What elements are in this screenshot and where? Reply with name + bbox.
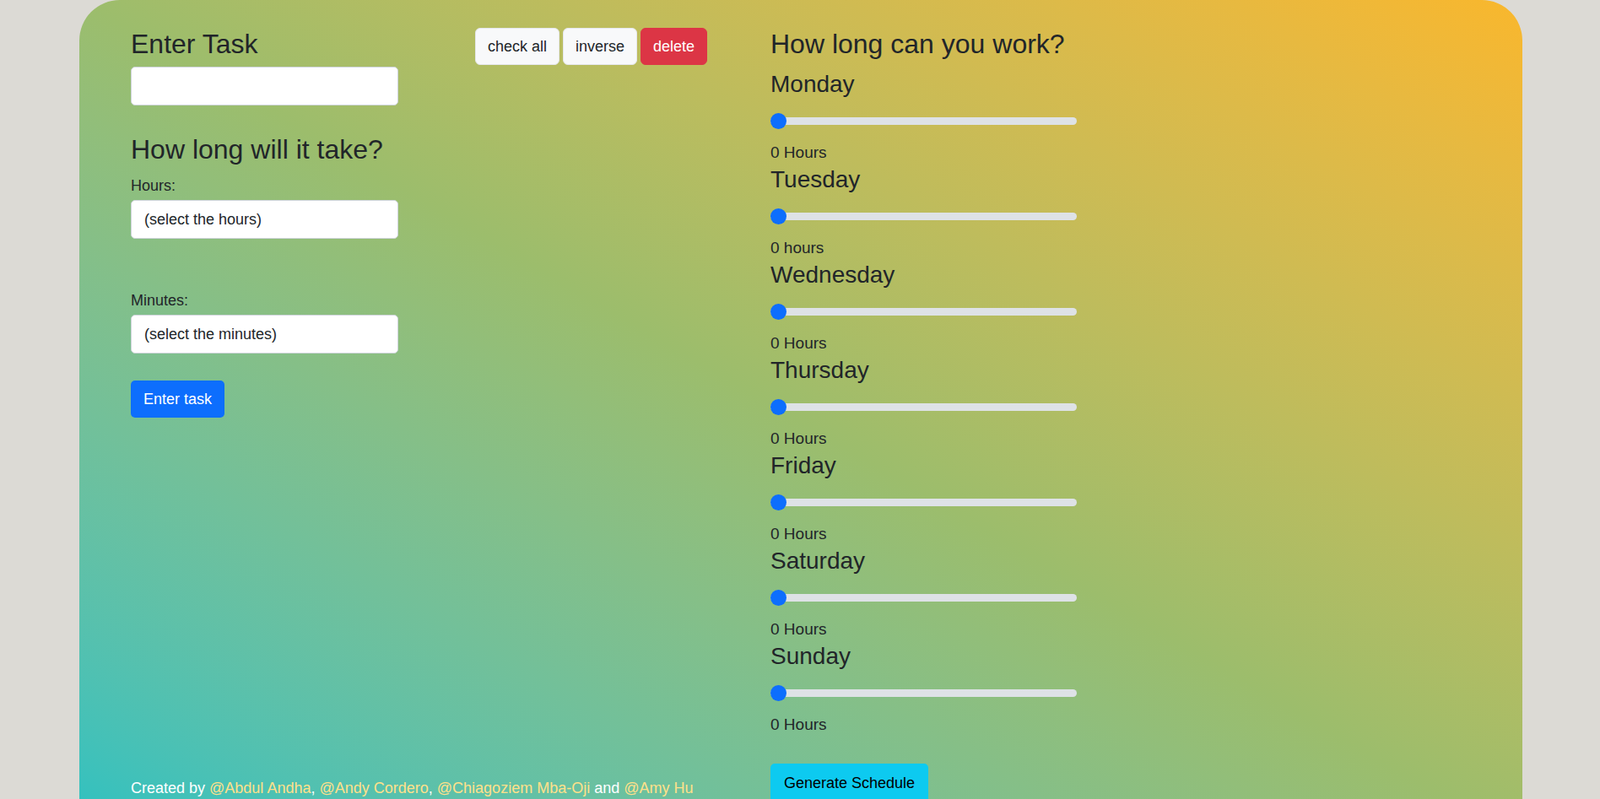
day-label: Wednesday xyxy=(770,260,1277,290)
task-input[interactable] xyxy=(130,66,399,106)
day-availability: Monday 0 Hours xyxy=(770,70,1277,163)
hours-reading: 0 Hours xyxy=(770,428,1277,449)
slider-track xyxy=(770,403,1077,411)
day-label: Tuesday xyxy=(770,165,1277,195)
day-label: Thursday xyxy=(770,356,1277,385)
slider-thumb[interactable] xyxy=(770,494,787,511)
enter-task-button[interactable]: Enter task xyxy=(130,380,225,418)
day-label: Friday xyxy=(770,451,1277,481)
hours-reading: 0 Hours xyxy=(770,619,1277,640)
hours-reading: 0 Hours xyxy=(770,714,1277,736)
hours-slider[interactable] xyxy=(770,194,1077,238)
toolbar-button[interactable]: check all xyxy=(475,27,560,65)
author-link[interactable]: @Chiagoziem Mba-Oji xyxy=(437,779,590,797)
slider-thumb[interactable] xyxy=(770,208,787,225)
hours-label: Hours: xyxy=(130,175,708,196)
day-availability: Thursday 0 Hours xyxy=(770,356,1277,449)
author-link[interactable]: @Andy Cordero xyxy=(318,779,428,797)
task-title: Enter Task xyxy=(130,25,399,63)
availability-title: How long can you work? xyxy=(770,25,1277,63)
hours-slider[interactable] xyxy=(770,575,1077,620)
generate-schedule-button[interactable]: Generate Schedule xyxy=(770,763,929,799)
hours-reading: 0 Hours xyxy=(770,333,1277,354)
hours-reading: 0 Hours xyxy=(770,142,1277,163)
main-card: Enter Task check allinversedelete How long… xyxy=(79,0,1523,799)
credits: Created by @Abdul Andha, @Andy Cordero, … xyxy=(130,778,708,799)
day-availability: Friday 0 Hours xyxy=(770,451,1277,545)
hours-select[interactable]: (select the hours) xyxy=(130,200,399,239)
day-label: Saturday xyxy=(770,546,1277,576)
day-availability: Wednesday 0 Hours xyxy=(770,260,1277,354)
slider-track xyxy=(770,498,1077,507)
day-availability: Sunday 0 Hours xyxy=(770,642,1277,736)
slider-thumb[interactable] xyxy=(770,399,787,416)
day-availability: Tuesday 0 hours xyxy=(770,165,1277,259)
hours-slider[interactable] xyxy=(770,289,1077,334)
day-availability: Saturday 0 Hours xyxy=(770,546,1277,640)
delete-button[interactable]: delete xyxy=(640,27,708,65)
task-column: Enter Task check allinversedelete How long… xyxy=(130,25,708,799)
slider-track xyxy=(770,689,1077,698)
slider-thumb[interactable] xyxy=(770,685,787,702)
slider-track xyxy=(770,308,1077,316)
page: Enter Task check allinversedelete How long… xyxy=(0,0,1600,799)
toolbar-button[interactable]: inverse xyxy=(562,27,638,65)
minutes-select[interactable]: (select the minutes) xyxy=(130,314,399,354)
hours-slider[interactable] xyxy=(770,480,1077,525)
day-label: Sunday xyxy=(770,642,1277,671)
duration-title: How long will it take? xyxy=(130,130,708,168)
slider-thumb[interactable] xyxy=(770,303,787,320)
author-link[interactable]: @Abdul Andha xyxy=(209,779,311,797)
hours-slider[interactable] xyxy=(770,98,1077,143)
hours-reading: 0 hours xyxy=(770,237,1277,259)
author-link[interactable]: @Amy Hu xyxy=(623,779,693,797)
minutes-label: Minutes: xyxy=(130,290,708,311)
toolbar: check allinversedelete xyxy=(475,27,708,65)
availability-column: How long can you work?Monday0 HoursTuesd… xyxy=(770,25,1277,799)
hours-slider[interactable] xyxy=(770,670,1077,715)
slider-thumb[interactable] xyxy=(770,113,787,130)
slider-track xyxy=(770,117,1077,125)
day-label: Monday xyxy=(770,70,1277,99)
slider-thumb[interactable] xyxy=(770,589,787,606)
slider-track xyxy=(770,212,1077,221)
hours-reading: 0 Hours xyxy=(770,524,1277,545)
slider-track xyxy=(770,594,1077,602)
hours-slider[interactable] xyxy=(770,384,1077,429)
